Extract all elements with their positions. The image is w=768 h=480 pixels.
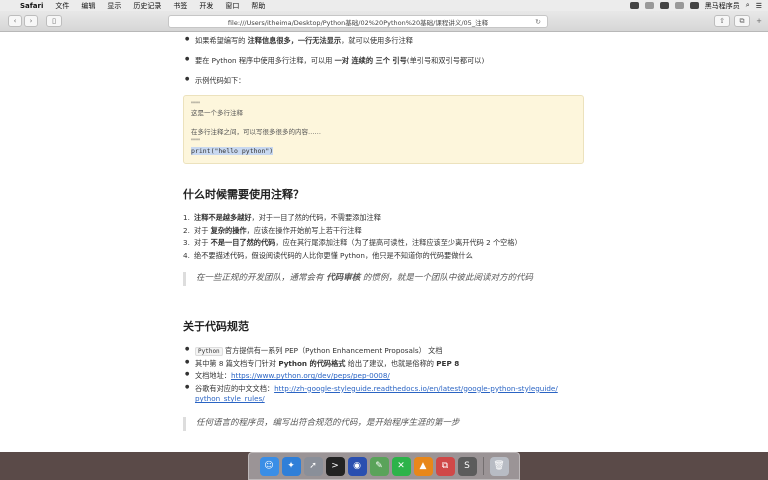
battery-icon[interactable] [689, 2, 699, 9]
status-area: 黑马程序员 ⌕ ☰ [629, 0, 762, 11]
menu-help[interactable]: 帮助 [251, 1, 265, 11]
menu-view[interactable]: 显示 [107, 1, 121, 11]
heading-code-style: 关于代码规范 [183, 320, 249, 333]
multiline-comment-list: 如果希望编写的 注释信息很多，一行无法显示，就可以使用多行注释 要在 Pytho… [183, 36, 593, 92]
menu-list-icon[interactable]: ☰ [756, 2, 762, 10]
sequel-icon[interactable]: ⧉ [435, 456, 455, 476]
address-text: file:///Users/itheima/Desktop/Python基础/0… [227, 18, 489, 27]
heading-when-to-comment: 什么时候需要使用注释？ [183, 188, 304, 201]
finder-icon[interactable]: ☺ [259, 456, 279, 476]
code-line: 在多行注释之间，可以写很多很多的内容…… [191, 127, 321, 136]
code-line: print("hello python") [191, 146, 576, 156]
code-line: 这是一个多行注释 [191, 109, 243, 118]
safari-icon[interactable]: ✦ [281, 456, 301, 476]
pep-list: Python 官方提供有一系列 PEP（Python Enhancement P… [183, 346, 593, 409]
menu-edit[interactable]: 编辑 [81, 1, 95, 11]
list-item: Python 官方提供有一系列 PEP（Python Enhancement P… [183, 346, 593, 359]
selected-code[interactable]: print("hello python") [191, 146, 274, 155]
menu-history[interactable]: 历史记录 [133, 1, 161, 11]
blockquote-code-review: 在一些正规的开发团队，通常会有 代码审核 的惯例，就是一个团队中彼此阅读对方的代… [183, 272, 583, 286]
menu-bookmarks[interactable]: 书签 [173, 1, 187, 11]
code-line: """ [191, 137, 200, 146]
share-icon[interactable]: ⇧ [714, 15, 730, 27]
dock: ☺ ✦ ➚ > ◉ ✎ ✕ ▲ ⧉ S 🗑 [248, 452, 520, 480]
menu-window[interactable]: 窗口 [225, 1, 239, 11]
spotlight-icon[interactable]: ⌕ [746, 1, 750, 10]
list-item: 其中第 8 篇文档专门针对 Python 的代码格式 给出了建议，也就是俗称的 … [183, 359, 593, 372]
blockquote-style-first-step: 任何语言的程序员，编写出符合规范的代码，是开始程序生涯的第一步 [183, 417, 583, 431]
browser-toolbar: ‹ › ▯ file:///Users/itheima/Desktop/Pyth… [0, 11, 768, 32]
editor-icon[interactable]: ✎ [369, 456, 389, 476]
status-icon[interactable] [629, 2, 639, 9]
google-styleguide-link[interactable]: python_style_rules/ [195, 394, 265, 403]
comment-guidelines-list: 1. 注释不是越多越好，对于一目了然的代码，不需要添加注释 2. 对于 复杂的操作，… [183, 213, 603, 263]
status-icon[interactable] [644, 2, 654, 9]
dock-separator [482, 457, 484, 475]
rocket-icon[interactable]: ➚ [303, 456, 323, 476]
sublime-icon[interactable]: S [457, 456, 477, 476]
vlc-icon[interactable]: ▲ [413, 456, 433, 476]
menu-bar: Safari 文件 编辑 显示 历史记录 书签 开发 窗口 帮助 黑马程序员 ⌕… [0, 0, 768, 11]
menu-develop[interactable]: 开发 [199, 1, 213, 11]
back-button[interactable]: ‹ [8, 15, 22, 27]
sidebar-icon[interactable]: ▯ [46, 15, 62, 27]
reload-icon[interactable]: ↻ [535, 18, 541, 26]
screen-recorder-icon[interactable]: ◉ [347, 456, 367, 476]
xmind-icon[interactable]: ✕ [391, 456, 411, 476]
user-name[interactable]: 黑马程序员 [705, 1, 740, 11]
trash-icon[interactable]: 🗑 [489, 456, 509, 476]
list-item: 2. 对于 复杂的操作，应该在操作开始前写上若干行注释 [183, 225, 362, 235]
list-item: 谷歌有对应的中文文档：http://zh-google-styleguide.r… [183, 384, 593, 409]
address-bar[interactable]: file:///Users/itheima/Desktop/Python基础/0… [168, 15, 548, 28]
code-line: """ [191, 100, 200, 108]
list-item: 要在 Python 程序中使用多行注释，可以用 一对 连续的 三个 引号(单引号… [183, 56, 593, 76]
page-content: 如果希望编写的 注释信息很多，一行无法显示，就可以使用多行注释 要在 Pytho… [0, 32, 768, 452]
wifi-icon[interactable] [659, 2, 669, 9]
list-item: 示例代码如下： [183, 76, 593, 92]
list-item: 文档地址：https://www.python.org/dev/peps/pep… [183, 371, 593, 384]
pep8-link[interactable]: https://www.python.org/dev/peps/pep-0008… [231, 371, 390, 380]
terminal-icon[interactable]: > [325, 456, 345, 476]
list-item: 如果希望编写的 注释信息很多，一行无法显示，就可以使用多行注释 [183, 36, 593, 56]
code-block: """ 这是一个多行注释 在多行注释之间，可以写很多很多的内容…… """ pr… [183, 95, 584, 164]
volume-icon[interactable] [674, 2, 684, 9]
list-item: 3. 对于 不是一目了然的代码，应在其行尾添加注释（为了提高可读性，注释应该至少离… [183, 238, 522, 247]
menu-file[interactable]: 文件 [55, 1, 69, 11]
tabs-icon[interactable]: ⧉ [734, 15, 750, 27]
new-tab-icon[interactable]: + [754, 15, 764, 27]
inline-code: Python [195, 347, 223, 356]
menu-safari[interactable]: Safari [20, 2, 43, 10]
list-item: 1. 注释不是越多越好，对于一目了然的代码，不需要添加注释 [183, 213, 381, 222]
google-styleguide-link[interactable]: http://zh-google-styleguide.readthedocs.… [274, 384, 558, 393]
list-item: 4. 绝不要描述代码，假设阅读代码的人比你更懂 Python，他只是不知道你的代码… [183, 250, 473, 260]
forward-button[interactable]: › [24, 15, 38, 27]
